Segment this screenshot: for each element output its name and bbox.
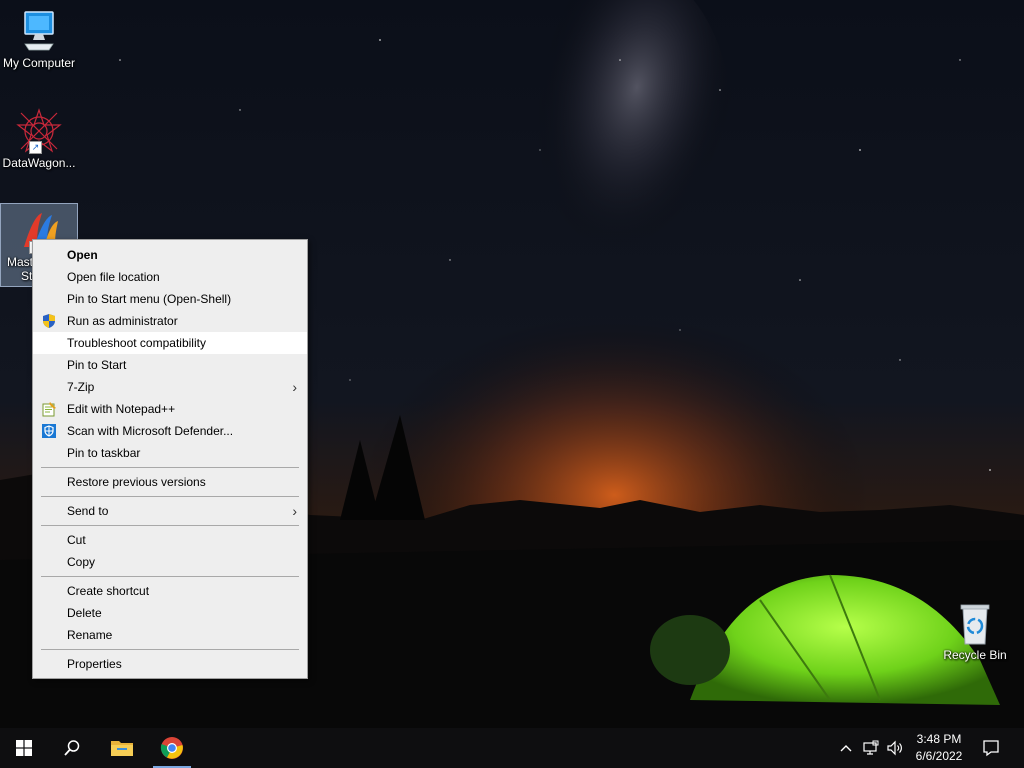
submenu-arrow-icon: › bbox=[292, 503, 297, 519]
tray-overflow-button[interactable] bbox=[836, 728, 856, 768]
menu-item-pin-to-start-menu-open-shell[interactable]: Pin to Start menu (Open-Shell) bbox=[33, 288, 307, 310]
menu-item-label: Edit with Notepad++ bbox=[67, 402, 176, 416]
menu-item-open[interactable]: Open bbox=[33, 244, 307, 266]
notepadpp-icon bbox=[42, 402, 56, 417]
menu-item-rename[interactable]: Rename bbox=[33, 624, 307, 646]
desktop-icon-label: St bbox=[21, 269, 33, 283]
menu-item-copy[interactable]: Copy bbox=[33, 551, 307, 573]
taskbar-file-explorer[interactable] bbox=[98, 728, 146, 768]
taskbar: 3:48 PM 6/6/2022 bbox=[0, 728, 1024, 768]
menu-item-open-file-location[interactable]: Open file location bbox=[33, 266, 307, 288]
desktop-icon-datawagon[interactable]: ↗ DataWagon... bbox=[1, 108, 77, 170]
clock-time: 3:48 PM bbox=[916, 732, 962, 746]
menu-separator bbox=[41, 467, 299, 468]
menu-item-label: Rename bbox=[67, 628, 113, 642]
menu-item-label: Pin to taskbar bbox=[67, 446, 141, 460]
start-button[interactable] bbox=[0, 728, 48, 768]
menu-item-restore-previous-versions[interactable]: Restore previous versions bbox=[33, 471, 307, 493]
menu-item-label: Scan with Microsoft Defender... bbox=[67, 424, 234, 438]
menu-item-run-as-administrator[interactable]: Run as administrator bbox=[33, 310, 307, 332]
menu-item-label: Delete bbox=[67, 606, 102, 620]
folder-icon bbox=[111, 741, 133, 756]
menu-item-7zip[interactable]: 7-Zip › bbox=[33, 376, 307, 398]
recycle-bin-icon bbox=[960, 604, 990, 645]
menu-item-label: Open file location bbox=[67, 270, 160, 284]
menu-item-label: Restore previous versions bbox=[67, 475, 206, 489]
menu-item-label: 7-Zip bbox=[67, 380, 95, 394]
context-menu: Open Open file location Pin to Start men… bbox=[32, 239, 308, 679]
action-center-button[interactable] bbox=[976, 728, 1006, 768]
menu-item-label: Troubleshoot compatibility bbox=[67, 336, 206, 350]
desktop-icon-my-computer[interactable]: My Computer bbox=[1, 10, 77, 70]
menu-item-send-to[interactable]: Send to › bbox=[33, 500, 307, 522]
menu-item-delete[interactable]: Delete bbox=[33, 602, 307, 624]
taskbar-chrome[interactable] bbox=[148, 728, 196, 768]
shortcut-arrow-icon: ↗ bbox=[29, 141, 42, 154]
menu-separator bbox=[41, 525, 299, 526]
menu-item-pin-to-start[interactable]: Pin to Start bbox=[33, 354, 307, 376]
menu-item-edit-with-notepadpp[interactable]: Edit with Notepad++ bbox=[33, 398, 307, 420]
menu-item-label: Send to bbox=[67, 504, 109, 518]
menu-item-label: Pin to Start bbox=[67, 358, 127, 372]
chrome-icon bbox=[160, 737, 183, 759]
defender-icon bbox=[42, 424, 56, 438]
menu-separator bbox=[41, 649, 299, 650]
menu-item-label: Create shortcut bbox=[67, 584, 150, 598]
menu-item-label: Open bbox=[67, 248, 98, 262]
menu-item-properties[interactable]: Properties bbox=[33, 653, 307, 675]
tray-volume[interactable] bbox=[884, 728, 906, 768]
desktop-icon-label: Mast bbox=[7, 255, 34, 269]
computer-icon bbox=[24, 11, 54, 51]
menu-item-label: Cut bbox=[67, 533, 86, 547]
uac-shield-icon bbox=[43, 314, 55, 328]
tray-network[interactable] bbox=[860, 728, 882, 768]
search-icon bbox=[64, 740, 80, 756]
desktop-icon-label: DataWagon... bbox=[2, 156, 76, 170]
menu-item-scan-with-defender[interactable]: Scan with Microsoft Defender... bbox=[33, 420, 307, 442]
menu-item-troubleshoot-compatibility[interactable]: Troubleshoot compatibility bbox=[33, 332, 307, 354]
menu-item-cut[interactable]: Cut bbox=[33, 529, 307, 551]
menu-item-pin-to-taskbar[interactable]: Pin to taskbar bbox=[33, 442, 307, 464]
network-icon bbox=[863, 740, 879, 755]
speaker-icon bbox=[887, 740, 902, 756]
chevron-up-icon bbox=[840, 745, 852, 752]
menu-item-label: Copy bbox=[67, 555, 96, 569]
menu-separator bbox=[41, 496, 299, 497]
clock-date: 6/6/2022 bbox=[915, 749, 963, 763]
menu-item-create-shortcut[interactable]: Create shortcut bbox=[33, 580, 307, 602]
search-button[interactable] bbox=[48, 728, 96, 768]
submenu-arrow-icon: › bbox=[292, 379, 297, 395]
desktop-icon-recycle-bin[interactable]: Recycle Bin bbox=[937, 602, 1013, 662]
menu-item-label: Properties bbox=[67, 657, 122, 671]
menu-item-label: Run as administrator bbox=[67, 314, 178, 328]
menu-item-label: Pin to Start menu (Open-Shell) bbox=[67, 292, 232, 306]
menu-separator bbox=[41, 576, 299, 577]
notification-icon bbox=[983, 740, 999, 757]
desktop-icon-label: Recycle Bin bbox=[943, 648, 1007, 662]
desktop-icon-label: My Computer bbox=[2, 56, 76, 70]
windows-logo-icon bbox=[16, 740, 32, 756]
taskbar-clock[interactable]: 3:48 PM 6/6/2022 bbox=[908, 731, 970, 765]
